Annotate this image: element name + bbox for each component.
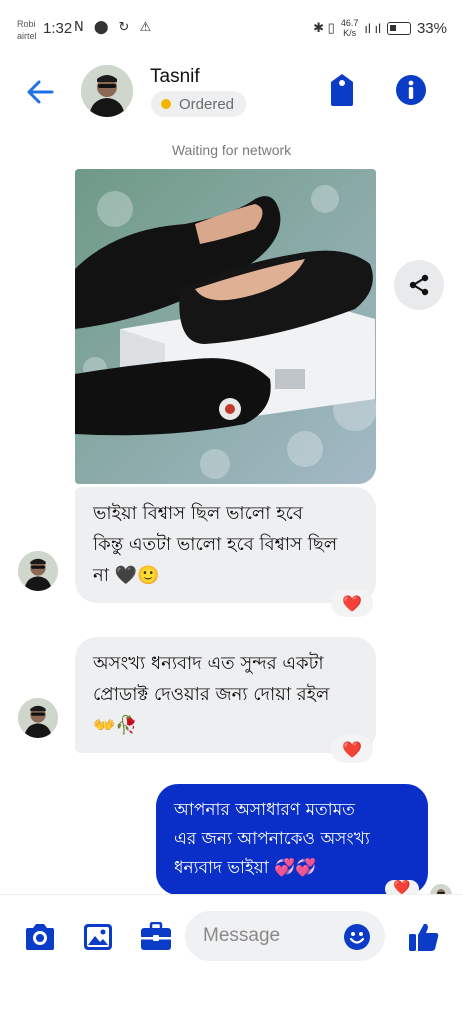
share-icon [409,274,429,296]
network-speed-unit: K/s [343,28,357,38]
business-tools-button[interactable] [138,919,174,955]
order-status-badge[interactable]: Ordered [151,91,247,117]
thumbs-up-icon [409,923,439,951]
carrier-name: Robi [17,19,36,29]
status-bar: Robi airtel 1:32 N ⬤ ↻ ⚠ ✱ ▯ 46.7 K/s ıl… [0,0,463,56]
message-text-line: অসংখ্য ধন্যবাদ এত সুন্দর একটা [93,653,324,674]
incoming-message[interactable]: ভাইয়া বিশ্বাস ছিল ভালো হবে কিন্তু এতটা … [75,487,376,603]
network-speed-value: 46.7 [340,18,359,28]
briefcase-icon [141,922,171,950]
camera-icon [26,924,54,950]
status-time: 1:32 [43,20,73,37]
incoming-message[interactable]: অসংখ্য ধন্যবাদ এত সুন্দর একটা প্রোডাক্ট … [75,637,376,753]
message-text-line: না 🖤🙂 [93,565,160,586]
camera-button[interactable] [22,919,58,955]
label-button[interactable] [327,72,357,108]
sender-avatar[interactable] [18,551,58,591]
signal-icon: ıl ıl [364,20,381,36]
back-arrow-icon [27,80,54,104]
order-status-label: Ordered [179,95,235,113]
network-status: Waiting for network [171,142,292,158]
emoji-icon [344,924,370,950]
emoji-button[interactable] [343,923,371,951]
share-button[interactable] [394,260,444,310]
shoe-photo-message[interactable] [75,169,376,484]
reaction-badge[interactable]: ❤️ [331,735,373,763]
message-text-line: ভাইয়া বিশ্বাস ছিল ভালো হবে [93,503,303,524]
heart-icon: ❤️ [342,593,362,613]
contact-name[interactable]: Tasnif [150,66,200,88]
message-text-line: প্রোডাক্ট দেওয়ার জন্য দোয়া রইল [93,684,330,705]
outgoing-message[interactable]: আপনার অসাধারণ মতামত এর জন্য আপনাকেও অসংখ… [156,784,428,895]
gallery-button[interactable] [80,919,116,955]
message-text-line: ধন্যবাদ ভাইয়া 💞💞 [174,858,317,878]
info-icon [396,75,426,105]
sender-avatar[interactable] [18,698,58,738]
bluetooth-vibrate-icon: ✱ ▯ [313,20,335,35]
like-button[interactable] [406,919,442,955]
shoe-photo [75,169,376,484]
message-composer [0,894,463,984]
avatar-photo [81,65,133,117]
message-text-line: এর জন্য আপনাকেও অসংখ্য [174,829,370,849]
network-speed: 46.7 K/s [341,18,359,38]
carrier-name-secondary: airtel [17,31,37,41]
back-button[interactable] [22,74,58,110]
message-text-line: কিন্তু এতটা ভালো হবে বিশ্বাস ছিল [93,534,338,555]
notification-icons: N ⬤ ↻ ⚠ [74,20,155,35]
avatar-photo [18,698,58,738]
battery-percent: 33% [416,19,447,37]
battery-icon [386,21,411,35]
contact-avatar[interactable] [81,65,133,117]
chat-header: Tasnif Ordered [0,56,463,130]
info-button[interactable] [395,74,427,106]
heart-icon: ❤️ [342,739,362,759]
avatar-photo [18,551,58,591]
carrier-label: Robi airtel [17,18,37,42]
order-status-dot [161,99,171,109]
tag-icon [331,74,353,106]
status-right-icons: ✱ ▯ 46.7 K/s ıl ıl 33% [313,18,447,38]
message-text-line: 👐🥀 [93,715,138,736]
gallery-icon [84,924,112,950]
reaction-badge[interactable]: ❤️ [331,589,373,617]
message-text-line: আপনার অসাধারণ মতামত [174,800,355,820]
